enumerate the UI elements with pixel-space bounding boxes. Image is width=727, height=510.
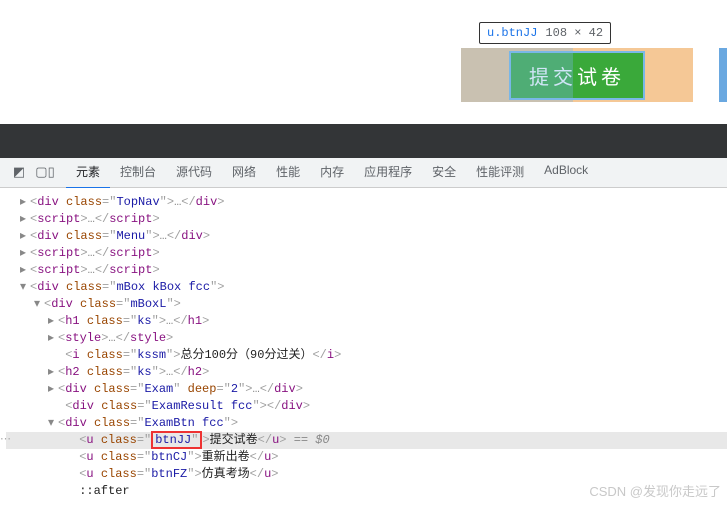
watermark: CSDN @发现你走远了 [589, 481, 721, 500]
dom-node[interactable]: ▸<script>…</script> [6, 211, 727, 228]
inspect-element-icon[interactable]: ◩ [6, 165, 32, 180]
submit-exam-button[interactable]: 提交试卷 [509, 51, 645, 100]
device-toolbar-icon[interactable]: ▢▯ [32, 165, 58, 180]
collapse-icon[interactable]: ▾ [34, 296, 44, 313]
dom-node[interactable]: ▸<style>…</style> [6, 330, 727, 347]
expand-icon[interactable]: ▸ [48, 330, 58, 347]
dom-node[interactable]: ▸<div class="TopNav">…</div> [6, 194, 727, 211]
dom-node[interactable]: ▸<script>…</script> [6, 262, 727, 279]
inspect-tooltip: u.btnJJ 108 × 42 [479, 22, 611, 44]
tab-elements[interactable]: 元素 [66, 156, 110, 189]
tab-adblock[interactable]: AdBlock [534, 156, 598, 189]
tab-application[interactable]: 应用程序 [354, 156, 422, 189]
dom-node[interactable]: ▾<div class="mBox kBox fcc"> [6, 279, 727, 296]
devtools-top-bar [0, 124, 727, 158]
dom-node[interactable]: <u class="btnCJ">重新出卷</u> [6, 449, 727, 466]
tooltip-dimensions: 108 × 42 [545, 26, 603, 40]
tab-network[interactable]: 网络 [222, 156, 266, 189]
expand-icon[interactable]: ▸ [20, 228, 30, 245]
collapse-icon[interactable]: ▾ [48, 415, 58, 432]
tab-console[interactable]: 控制台 [110, 156, 166, 189]
expand-icon[interactable]: ▸ [20, 262, 30, 279]
dom-node[interactable]: ▸<h2 class="ks">…</h2> [6, 364, 727, 381]
dom-node[interactable]: ▸<div class="Exam" deep="2">…</div> [6, 381, 727, 398]
tab-perf-monitor[interactable]: 性能评测 [466, 156, 534, 189]
tooltip-selector: u.btnJJ [487, 26, 537, 40]
selected-marker-icon: ⋯ [0, 432, 10, 449]
collapse-icon[interactable]: ▾ [20, 279, 30, 296]
dom-node[interactable]: <i class="kssm">总分100分（90分过关）</i> [6, 347, 727, 364]
dom-node[interactable]: ▸<div class="Menu">…</div> [6, 228, 727, 245]
tab-performance[interactable]: 性能 [266, 156, 310, 189]
tab-security[interactable]: 安全 [422, 156, 466, 189]
side-stripe [719, 48, 727, 102]
devtools-header: ◩ ▢▯ 元素 控制台 源代码 网络 性能 内存 应用程序 安全 性能评测 Ad… [0, 158, 727, 188]
devtools-tabs: 元素 控制台 源代码 网络 性能 内存 应用程序 安全 性能评测 AdBlock [66, 156, 598, 189]
dom-node[interactable]: ▸<script>…</script> [6, 245, 727, 262]
expand-icon[interactable]: ▸ [48, 364, 58, 381]
expand-icon[interactable]: ▸ [20, 245, 30, 262]
expand-icon[interactable]: ▸ [20, 194, 30, 211]
dom-node[interactable]: ▸<h1 class="ks">…</h1> [6, 313, 727, 330]
dom-node[interactable]: <div class="ExamResult fcc"></div> [6, 398, 727, 415]
expand-icon[interactable]: ▸ [20, 211, 30, 228]
expand-icon[interactable]: ▸ [48, 313, 58, 330]
expand-icon[interactable]: ▸ [48, 381, 58, 398]
button-container: 提交试卷 [461, 48, 693, 102]
tab-sources[interactable]: 源代码 [166, 156, 222, 189]
dom-node[interactable]: ▾<div class="mBoxL"> [6, 296, 727, 313]
page-preview: u.btnJJ 108 × 42 提交试卷 [0, 0, 727, 124]
dom-node-selected[interactable]: ⋯ <u class="btnJJ">提交试卷</u> == $0 [6, 432, 727, 449]
tab-memory[interactable]: 内存 [310, 156, 354, 189]
dom-node[interactable]: ▾<div class="ExamBtn fcc"> [6, 415, 727, 432]
elements-panel[interactable]: ▸<div class="TopNav">…</div> ▸<script>…<… [0, 188, 727, 510]
